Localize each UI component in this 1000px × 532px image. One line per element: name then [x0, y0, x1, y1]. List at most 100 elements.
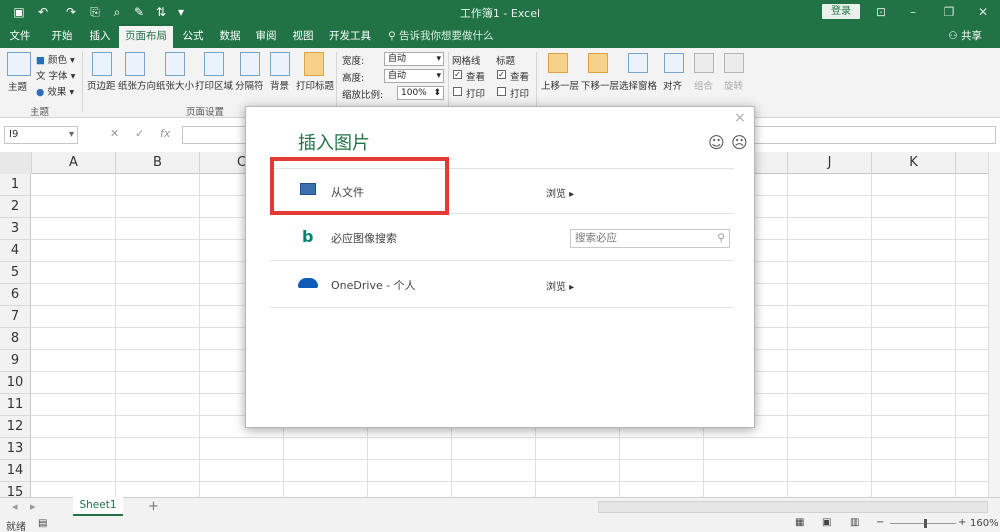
- restore-icon[interactable]: ❐: [940, 3, 958, 21]
- size-button[interactable]: 纸张大小: [156, 78, 194, 92]
- next-sheet-icon[interactable]: ▸: [30, 500, 36, 513]
- column-header[interactable]: K: [872, 152, 956, 174]
- login-button[interactable]: 登录: [822, 4, 860, 19]
- normal-view-icon[interactable]: ▦: [795, 517, 804, 528]
- copy-icon[interactable]: ⎘: [86, 3, 104, 21]
- align-button[interactable]: 对齐: [663, 78, 682, 92]
- frown-feedback-icon[interactable]: ☹: [731, 133, 748, 152]
- row-header[interactable]: 10: [0, 372, 31, 394]
- tab-developer[interactable]: 开发工具: [322, 24, 378, 48]
- row-header[interactable]: 12: [0, 416, 31, 438]
- tab-page-layout[interactable]: 页面布局: [119, 24, 173, 48]
- breaks-icon[interactable]: [240, 52, 260, 76]
- sheet-tab-sheet1[interactable]: Sheet1: [73, 497, 123, 516]
- row-header[interactable]: 2: [0, 196, 31, 218]
- orientation-button[interactable]: 纸张方向: [118, 78, 156, 92]
- column-header[interactable]: J: [788, 152, 872, 174]
- tell-me-box[interactable]: ⚲ 告诉我你想要做什么: [388, 24, 494, 48]
- bing-search-input[interactable]: 搜索必应 ⚲: [570, 229, 730, 248]
- rotate-icon[interactable]: [724, 53, 744, 73]
- headings-view-checkbox[interactable]: ✓: [497, 70, 506, 79]
- column-header[interactable]: B: [116, 152, 200, 174]
- row-header[interactable]: 6: [0, 284, 31, 306]
- minimize-icon[interactable]: –: [904, 3, 922, 21]
- zoom-slider-thumb[interactable]: [924, 519, 927, 528]
- effects-button[interactable]: ● 效果 ▾: [36, 84, 74, 98]
- customize-qat-icon[interactable]: ▾: [172, 3, 190, 21]
- undo-icon[interactable]: ↶: [34, 3, 52, 21]
- row-header[interactable]: 4: [0, 240, 31, 262]
- zoom-out-button[interactable]: −: [876, 517, 884, 528]
- row-header[interactable]: 13: [0, 438, 31, 460]
- breaks-button[interactable]: 分隔符: [235, 78, 264, 92]
- redo-icon[interactable]: ↷: [62, 3, 80, 21]
- tab-review[interactable]: 审阅: [248, 24, 284, 48]
- cancel-icon[interactable]: ✕: [110, 127, 119, 140]
- page-break-view-icon[interactable]: ▥: [850, 517, 859, 528]
- send-backward-button[interactable]: 下移一层: [581, 78, 619, 92]
- width-select[interactable]: 自动 ▾: [384, 52, 444, 66]
- group-button[interactable]: 组合: [694, 78, 713, 92]
- onedrive-row[interactable]: OneDrive - 个人 浏览 ▸: [270, 262, 734, 308]
- row-header[interactable]: 9: [0, 350, 31, 372]
- row-header[interactable]: 1: [0, 174, 31, 196]
- zoom-level[interactable]: 160%: [970, 518, 999, 529]
- name-box[interactable]: I9 ▾: [4, 126, 78, 144]
- selection-pane-button[interactable]: 选择窗格: [619, 78, 657, 92]
- print-titles-button[interactable]: 打印标题: [296, 78, 334, 92]
- print-area-icon[interactable]: [204, 52, 224, 76]
- row-header[interactable]: 15: [0, 482, 31, 497]
- themes-label[interactable]: 主题: [8, 79, 27, 93]
- bring-forward-icon[interactable]: [548, 53, 568, 73]
- vertical-scrollbar[interactable]: [988, 152, 1000, 497]
- print-titles-icon[interactable]: [304, 52, 324, 76]
- search-icon[interactable]: ⚲: [717, 230, 729, 247]
- size-icon[interactable]: [165, 52, 185, 76]
- row-header[interactable]: 11: [0, 394, 31, 416]
- column-header[interactable]: A: [32, 152, 116, 174]
- group-icon[interactable]: [694, 53, 714, 73]
- select-all-corner[interactable]: [0, 152, 32, 174]
- tab-formulas[interactable]: 公式: [175, 24, 211, 48]
- horizontal-scrollbar[interactable]: [598, 501, 988, 513]
- margins-icon[interactable]: [92, 52, 112, 76]
- background-button[interactable]: 背景: [270, 78, 289, 92]
- headings-print-checkbox[interactable]: [497, 87, 506, 96]
- tab-home[interactable]: 开始: [42, 24, 82, 48]
- rotate-button[interactable]: 旋转: [724, 78, 743, 92]
- tab-file[interactable]: 文件: [0, 24, 40, 48]
- scale-input[interactable]: 100% ⬍: [397, 86, 444, 100]
- enter-icon[interactable]: ✓: [135, 127, 144, 140]
- row-header[interactable]: 5: [0, 262, 31, 284]
- gridlines-view-checkbox[interactable]: ✓: [453, 70, 462, 79]
- bring-forward-button[interactable]: 上移一层: [541, 78, 579, 92]
- print-area-button[interactable]: 打印区域: [195, 78, 233, 92]
- from-file-browse-button[interactable]: 浏览 ▸: [546, 185, 574, 200]
- colors-button[interactable]: ■ 颜色 ▾: [36, 52, 75, 66]
- sort-icon[interactable]: ⇅: [152, 3, 170, 21]
- tab-view[interactable]: 视图: [285, 24, 321, 48]
- send-backward-icon[interactable]: [588, 53, 608, 73]
- ribbon-display-icon[interactable]: ⊡: [872, 3, 890, 21]
- align-icon[interactable]: [664, 53, 684, 73]
- prev-sheet-icon[interactable]: ◂: [12, 500, 18, 513]
- page-layout-view-icon[interactable]: ▣: [822, 517, 831, 528]
- tab-data[interactable]: 数据: [212, 24, 248, 48]
- row-header[interactable]: 7: [0, 306, 31, 328]
- gridlines-print-checkbox[interactable]: [453, 87, 462, 96]
- selection-pane-icon[interactable]: [628, 53, 648, 73]
- close-window-icon[interactable]: ✕: [974, 3, 992, 21]
- fonts-button[interactable]: 文 字体 ▾: [36, 68, 75, 82]
- share-button[interactable]: ⚇ 共享: [948, 24, 982, 48]
- margins-button[interactable]: 页边距: [87, 78, 116, 92]
- orientation-icon[interactable]: [125, 52, 145, 76]
- smile-feedback-icon[interactable]: ☺: [708, 133, 725, 152]
- row-header[interactable]: 14: [0, 460, 31, 482]
- zoom-slider[interactable]: [890, 523, 956, 524]
- format-painter-icon[interactable]: ✎: [130, 3, 148, 21]
- row-header[interactable]: 3: [0, 218, 31, 240]
- onedrive-browse-button[interactable]: 浏览 ▸: [546, 278, 574, 293]
- save-icon[interactable]: ▣: [10, 3, 28, 21]
- add-sheet-button[interactable]: +: [148, 499, 159, 514]
- themes-icon[interactable]: [7, 52, 31, 76]
